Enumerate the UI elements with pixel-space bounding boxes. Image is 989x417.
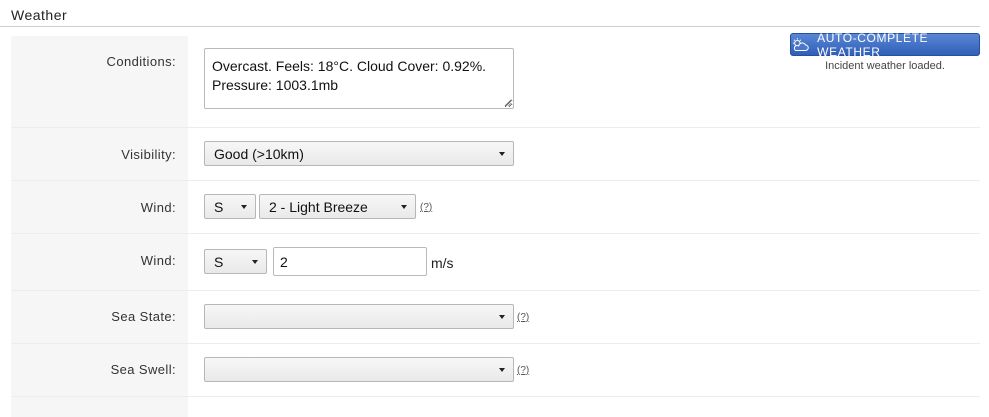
chevron-down-icon — [401, 205, 407, 209]
sea-state-select[interactable] — [204, 304, 514, 329]
wind-force-value: 2 - Light Breeze — [269, 199, 368, 215]
sea-state-label-cell: Sea State: — [11, 291, 188, 343]
resize-grip-icon[interactable] — [504, 99, 512, 107]
wind-speed-label-cell: Wind: — [11, 234, 188, 290]
wind-speed-unit: m/s — [431, 255, 454, 271]
section-title: Weather — [11, 7, 68, 23]
wind-direction-select[interactable]: S — [204, 194, 256, 219]
wind-beaufort-label-cell: Wind: — [11, 181, 188, 233]
wind-speed-direction-value: S — [214, 254, 224, 270]
visibility-row: Visibility: Good (>10km) — [11, 128, 980, 181]
chevron-down-icon — [499, 315, 505, 319]
next-row — [11, 397, 980, 417]
sea-swell-help-link[interactable]: (?) — [517, 365, 529, 376]
conditions-label-cell: Conditions: — [11, 36, 188, 127]
chevron-down-icon — [499, 152, 505, 156]
chevron-down-icon — [241, 205, 247, 209]
chevron-down-icon — [499, 368, 505, 372]
wind-force-help-link[interactable]: (?) — [420, 202, 432, 213]
wind-speed-value: 2 — [280, 254, 288, 270]
visibility-selected-value: Good (>10km) — [214, 146, 304, 162]
sea-swell-label-cell: Sea Swell: — [11, 344, 188, 396]
wind-beaufort-label: Wind: — [140, 200, 176, 215]
wind-speed-label: Wind: — [140, 253, 176, 268]
conditions-row: Conditions: Overcast. Feels: 18°C. Cloud… — [11, 36, 980, 128]
sea-state-help-link[interactable]: (?) — [517, 312, 529, 323]
visibility-select[interactable]: Good (>10km) — [204, 141, 514, 166]
conditions-textarea[interactable]: Overcast. Feels: 18°C. Cloud Cover: 0.92… — [204, 48, 514, 109]
visibility-label-cell: Visibility: — [11, 128, 188, 180]
wind-speed-input[interactable]: 2 — [273, 247, 427, 276]
conditions-value: Overcast. Feels: 18°C. Cloud Cover: 0.92… — [212, 58, 487, 93]
next-row-label-cell — [11, 397, 188, 417]
wind-direction-value: S — [214, 199, 224, 215]
wind-beaufort-row: Wind: S 2 - Light Breeze (?) — [11, 181, 980, 234]
sea-state-label: Sea State: — [111, 309, 176, 324]
conditions-label: Conditions: — [106, 54, 176, 69]
chevron-down-icon — [252, 260, 258, 264]
wind-force-select[interactable]: 2 - Light Breeze — [259, 194, 416, 219]
wind-speed-direction-select[interactable]: S — [204, 249, 267, 274]
visibility-label: Visibility: — [121, 147, 176, 162]
sea-swell-select[interactable] — [204, 357, 514, 382]
wind-speed-row: Wind: S 2 m/s — [11, 234, 980, 291]
sea-state-row: Sea State: (?) — [11, 291, 980, 344]
sea-swell-label: Sea Swell: — [110, 362, 176, 377]
section-divider — [0, 26, 980, 27]
sea-swell-row: Sea Swell: (?) — [11, 344, 980, 397]
